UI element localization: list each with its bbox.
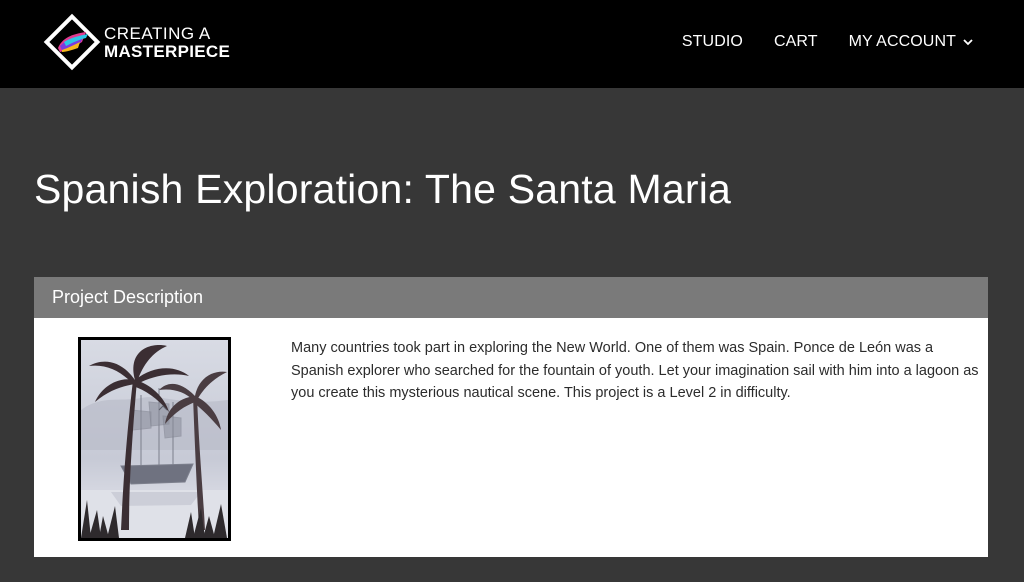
project-description-text: Many countries took part in exploring th…: [291, 340, 979, 401]
top-navigation-bar: CREATING A MASTERPIECE STUDIO CART MY AC…: [0, 0, 1024, 88]
logo-line-1: CREATING A: [104, 23, 211, 43]
nav-cart-link[interactable]: CART: [774, 33, 818, 51]
logo-wordmark: CREATING A MASTERPIECE: [104, 25, 230, 60]
logo-line-2: MASTERPIECE: [104, 41, 231, 61]
panel-header: Project Description: [34, 277, 988, 318]
main-nav: STUDIO CART MY ACCOUNT: [651, 0, 974, 84]
chevron-down-icon: [963, 39, 973, 46]
nav-my-account-menu[interactable]: MY ACCOUNT: [849, 33, 974, 51]
diamond-logo-icon: [43, 13, 101, 71]
site-logo-link[interactable]: CREATING A MASTERPIECE: [42, 12, 230, 72]
project-thumbnail-image: [78, 337, 231, 541]
nav-my-account-label: MY ACCOUNT: [848, 33, 956, 50]
project-description-panel: Project Description Many countries took …: [34, 277, 988, 557]
nav-studio-link[interactable]: STUDIO: [682, 33, 743, 51]
page-title: Spanish Exploration: The Santa Maria: [34, 166, 732, 212]
